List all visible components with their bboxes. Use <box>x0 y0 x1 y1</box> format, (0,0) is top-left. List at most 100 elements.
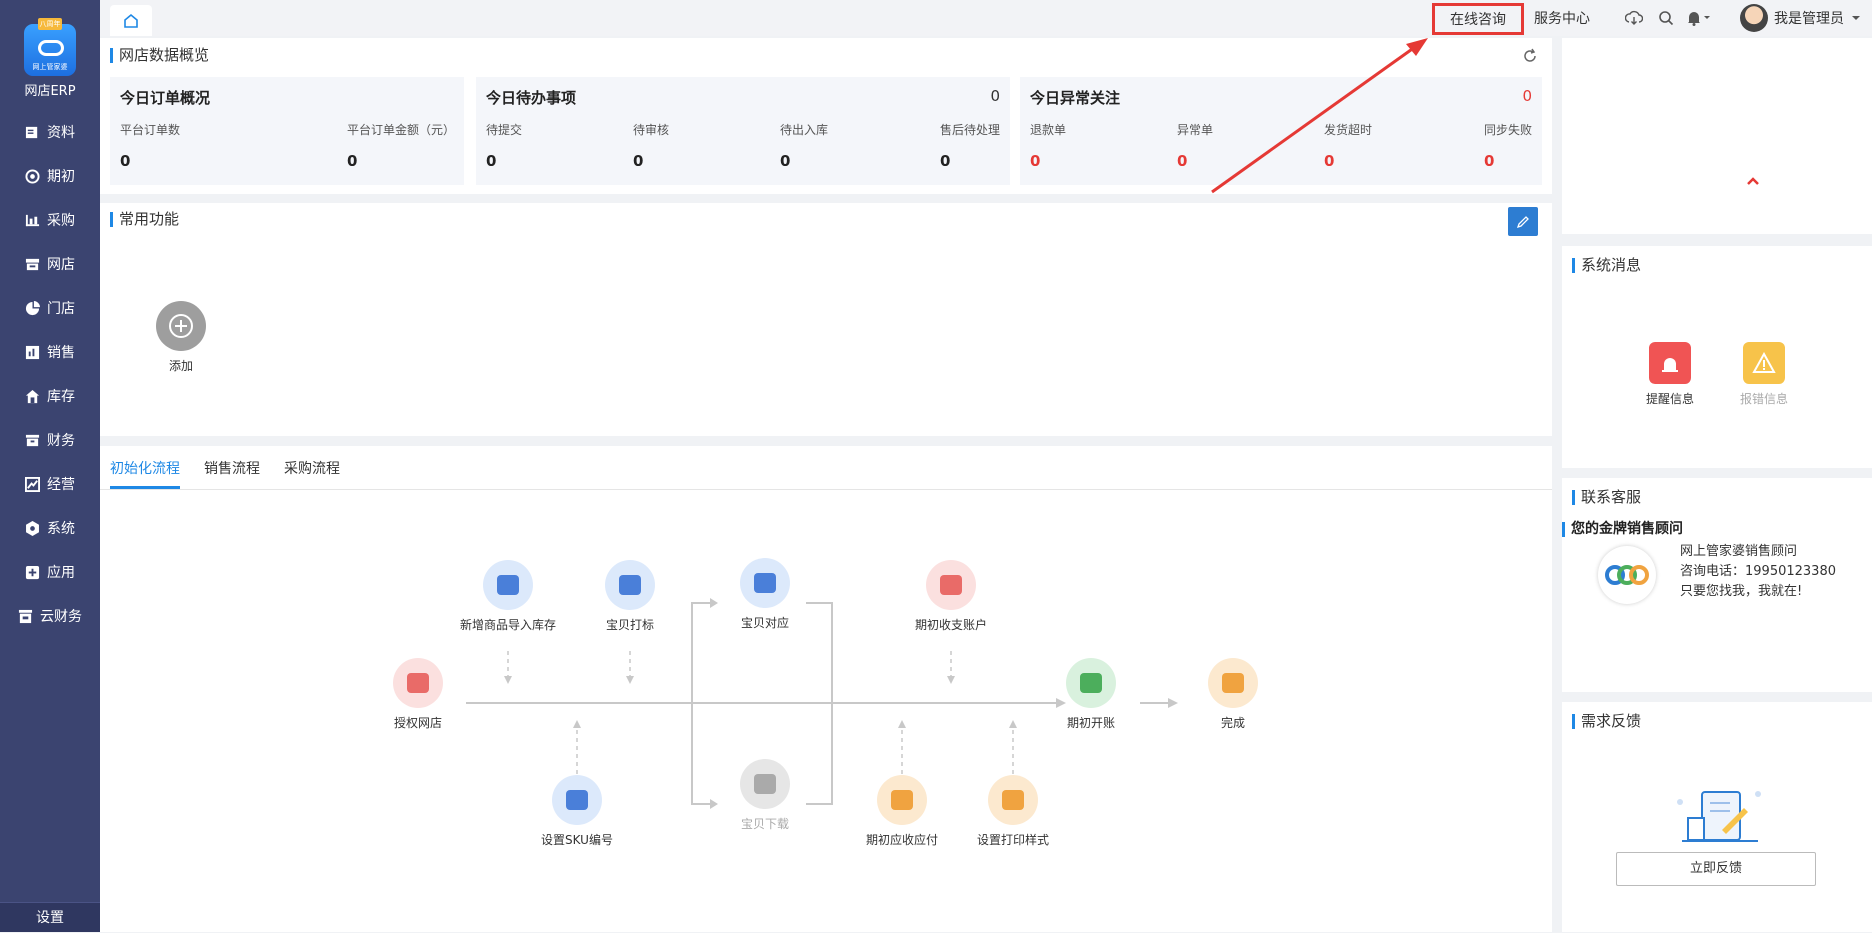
flow-node-label: 完成 <box>1220 716 1245 730</box>
system-messages-title: 系统消息 <box>1572 258 1641 273</box>
refresh-icon[interactable] <box>1522 48 1538 64</box>
card-icon <box>926 560 976 610</box>
pencil-icon <box>1516 215 1529 228</box>
sidebar-item-apps[interactable]: 应用 <box>0 554 100 590</box>
sidebar-item-opening[interactable]: 期初 <box>0 158 100 194</box>
error-info[interactable]: 报错信息 <box>1734 342 1794 407</box>
abnormal-count: 0 <box>1522 87 1532 105</box>
user-name: 我是管理员 <box>1774 11 1844 27</box>
sidebar-item-label: 财务 <box>47 433 75 449</box>
edit-button[interactable] <box>1508 207 1538 236</box>
sidebar-item-label: 资料 <box>47 125 75 141</box>
submit-feedback-button[interactable]: 立即反馈 <box>1616 852 1816 886</box>
folder-icon <box>552 775 602 825</box>
sidebar-item-label: 采购 <box>47 213 75 229</box>
advisor-slogan: 只要您找我，我就在! <box>1680 584 1803 599</box>
sidebar-item-cloud-finance[interactable]: 云财务 <box>0 598 100 634</box>
flow-node-print[interactable]: 设置打印样式 <box>948 775 1078 848</box>
service-center-button[interactable]: 服务中心 <box>1534 0 1590 36</box>
printer-icon <box>988 775 1038 825</box>
sidebar-item-finance[interactable]: 财务 <box>0 422 100 458</box>
cloud-icon <box>38 40 64 56</box>
advisor-name: 网上管家婆销售顾问 <box>1680 544 1798 559</box>
platform-order-count: 平台订单数 0 <box>120 123 181 170</box>
flow-node-label: 设置打印样式 <box>976 833 1049 847</box>
flow-node-account[interactable]: 期初收支账户 <box>886 560 1016 633</box>
sidebar-item-sales[interactable]: 销售 <box>0 334 100 370</box>
orders-card-title: 今日订单概况 <box>120 89 211 107</box>
flag-icon <box>605 560 655 610</box>
flow-node-download[interactable]: 宝贝下载 <box>700 759 830 832</box>
remind-info-label: 提醒信息 <box>1645 392 1694 406</box>
todo-pending-stock[interactable]: 待出入库 0 <box>780 121 828 170</box>
todo-pending-review[interactable]: 待审核 0 <box>633 121 669 170</box>
todo-after-sale[interactable]: 售后待处理 0 <box>940 121 1000 170</box>
flow-node-label: 授权网店 <box>393 716 442 730</box>
flow-node-open[interactable]: 期初开账 <box>1026 658 1156 731</box>
bar-icon <box>25 345 40 359</box>
bag-icon <box>740 558 790 608</box>
chevron-down-icon <box>1852 16 1860 20</box>
chart-icon <box>25 214 40 226</box>
gear-icon <box>26 520 39 536</box>
flow-node-import[interactable]: 新增商品导入库存 <box>443 560 573 633</box>
flow-node-done[interactable]: 完成 <box>1168 658 1298 731</box>
app-logo[interactable]: 八周年 网上管家婆 <box>24 18 76 76</box>
flow-node-tag[interactable]: 宝贝打标 <box>565 560 695 633</box>
warning-icon <box>1743 342 1785 384</box>
add-function[interactable]: 添加 <box>154 301 208 374</box>
todo-pending-submit[interactable]: 待提交 0 <box>486 121 522 170</box>
overview-title: 网店数据概览 <box>110 48 209 63</box>
download-icon[interactable] <box>1625 0 1643 36</box>
flow-connectors <box>466 598 1178 809</box>
flow-node-label: 期初开账 <box>1066 716 1115 730</box>
flow-node-label: 设置SKU编号 <box>541 833 613 847</box>
user-check-icon <box>1066 658 1116 708</box>
sidebar-item-data[interactable]: 资料 <box>0 114 100 150</box>
promo-panel <box>1562 38 1872 234</box>
platform-order-amount: 平台订单金额（元） 0 <box>347 123 456 170</box>
contact-panel: 联系客服 您的金牌销售顾问 网上管家婆销售顾问 咨询电话：19950123380… <box>1562 478 1872 692</box>
bell-icon[interactable] <box>1686 0 1712 36</box>
add-icon <box>156 301 206 351</box>
sidebar-item-purchase[interactable]: 采购 <box>0 202 100 238</box>
user-menu[interactable]: 我是管理员 <box>1740 0 1862 36</box>
contact-subtitle: 您的金牌销售顾问 <box>1562 522 1683 537</box>
logo-subtitle: 网上管家婆 <box>32 63 68 71</box>
remind-info[interactable]: 提醒信息 <box>1640 342 1700 407</box>
flow-node-label: 期初收支账户 <box>914 618 987 632</box>
online-consult-button[interactable]: 在线咨询 <box>1432 3 1524 35</box>
target-icon <box>25 168 40 184</box>
plus-square-icon <box>25 565 40 579</box>
orders-card: 今日订单概况 平台订单数 0 平台订单金额（元） 0 <box>110 77 464 185</box>
todo-card: 今日待办事项 0 待提交 0 待审核 0 待出入库 0 售后待处理 0 <box>476 77 1010 185</box>
shop-icon <box>25 258 40 270</box>
advisor-logo <box>1598 546 1656 604</box>
home-tab[interactable] <box>110 5 152 36</box>
abnormal-refund[interactable]: 退款单 0 <box>1030 121 1066 170</box>
abnormal-sync-fail[interactable]: 同步失败 0 <box>1484 121 1532 170</box>
sidebar-item-store[interactable]: 门店 <box>0 290 100 326</box>
sidebar: 八周年 网上管家婆 网店ERP 资料 期初 采购 网店 门店 销售 库存 财务 … <box>0 0 100 932</box>
sidebar-item-system[interactable]: 系统 <box>0 510 100 546</box>
sidebar-item-label: 门店 <box>47 301 75 317</box>
sidebar-item-label: 应用 <box>47 565 75 581</box>
sidebar-item-operation[interactable]: 经营 <box>0 466 100 502</box>
sidebar-item-inventory[interactable]: 库存 <box>0 378 100 414</box>
alarm-icon <box>1649 342 1691 384</box>
flow-node-auth-shop[interactable]: 授权网店 <box>353 658 483 731</box>
flow-node-match[interactable]: 宝贝对应 <box>700 558 830 631</box>
contact-title: 联系客服 <box>1572 490 1641 505</box>
pie-icon <box>25 300 40 315</box>
settings-button[interactable]: 设置 <box>0 902 100 932</box>
advisor-phone: 咨询电话：19950123380 <box>1680 564 1836 579</box>
add-label: 添加 <box>168 359 193 373</box>
flow-node-label: 新增商品导入库存 <box>459 618 556 632</box>
sidebar-item-shop[interactable]: 网店 <box>0 246 100 282</box>
search-icon[interactable] <box>1658 0 1674 36</box>
sidebar-item-label: 期初 <box>47 169 75 185</box>
chevron-up-icon[interactable] <box>1746 176 1760 186</box>
app-name: 网店ERP <box>24 84 76 99</box>
feedback-illustration <box>1677 791 1761 842</box>
flow-node-sku[interactable]: 设置SKU编号 <box>512 775 642 848</box>
